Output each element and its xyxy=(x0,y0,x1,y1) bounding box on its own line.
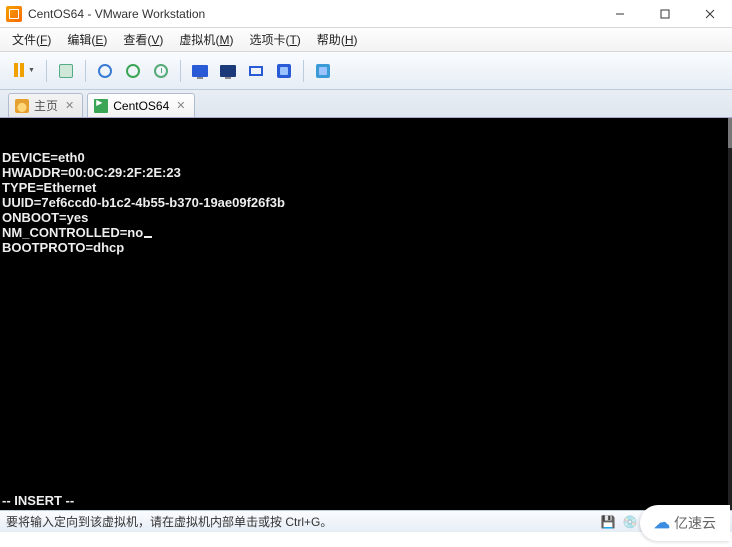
toolbar-separator xyxy=(85,60,86,82)
minimize-button[interactable] xyxy=(597,0,642,28)
menu-vm[interactable]: 虚拟机(M) xyxy=(171,29,241,50)
watermark-text: 亿速云 xyxy=(674,513,716,533)
multi-monitor-button[interactable] xyxy=(215,58,241,84)
tab-home-close[interactable]: ✕ xyxy=(63,99,76,112)
window-title: CentOS64 - VMware Workstation xyxy=(28,7,597,21)
monitor-icon xyxy=(192,65,208,77)
title-bar: CentOS64 - VMware Workstation xyxy=(0,0,732,28)
unity-icon xyxy=(277,64,291,78)
menu-file[interactable]: 文件(F) xyxy=(4,29,59,50)
tab-centos-label: CentOS64 xyxy=(113,99,169,113)
vm-running-icon xyxy=(94,99,108,113)
watermark-logo-icon: ☁ xyxy=(654,513,670,533)
watermark: ☁ 亿速云 xyxy=(640,505,730,541)
pause-vm-button[interactable]: ▼ xyxy=(6,58,40,84)
fullscreen-button[interactable] xyxy=(243,58,269,84)
tab-strip: 主页 ✕ CentOS64 ✕ xyxy=(0,90,732,118)
revert-icon xyxy=(126,64,140,78)
tab-centos-close[interactable]: ✕ xyxy=(174,99,187,112)
device-harddisk-icon[interactable]: 💾 xyxy=(600,514,616,530)
menu-view[interactable]: 查看(V) xyxy=(115,29,171,50)
menu-help[interactable]: 帮助(H) xyxy=(309,29,366,50)
toolbar-separator xyxy=(46,60,47,82)
snapshot-revert-button[interactable] xyxy=(120,58,146,84)
maximize-button[interactable] xyxy=(642,0,687,28)
status-bar: 要将输入定向到该虚拟机，请在虚拟机内部单击或按 Ctrl+G。 💾 💿 🖧 🖶 … xyxy=(0,510,732,532)
home-icon xyxy=(15,99,29,113)
tab-centos[interactable]: CentOS64 ✕ xyxy=(87,93,194,117)
status-message: 要将输入定向到该虚拟机，请在虚拟机内部单击或按 Ctrl+G。 xyxy=(6,513,600,530)
tab-home-label: 主页 xyxy=(34,97,58,114)
thumbnail-icon xyxy=(316,64,330,78)
terminal-content: DEVICE=eth0 HWADDR=00:0C:29:2F:2E:23 TYP… xyxy=(2,150,730,255)
toolbar: ▼ xyxy=(0,52,732,90)
toolbar-separator xyxy=(180,60,181,82)
toolbar-separator xyxy=(303,60,304,82)
device-cd-icon[interactable]: 💿 xyxy=(622,514,638,530)
close-button[interactable] xyxy=(687,0,732,28)
console-view-button[interactable] xyxy=(187,58,213,84)
clock-icon xyxy=(154,64,168,78)
guest-console[interactable]: DEVICE=eth0 HWADDR=00:0C:29:2F:2E:23 TYP… xyxy=(0,118,732,510)
network-icon xyxy=(59,64,73,78)
unity-button[interactable] xyxy=(271,58,297,84)
chevron-down-icon: ▼ xyxy=(28,67,35,74)
network-button[interactable] xyxy=(53,58,79,84)
vim-mode-status: -- INSERT -- xyxy=(2,493,74,508)
thumbnail-view-button[interactable] xyxy=(310,58,336,84)
terminal-scrollbar[interactable] xyxy=(728,118,732,510)
menu-edit[interactable]: 编辑(E) xyxy=(59,29,115,50)
tab-home[interactable]: 主页 ✕ xyxy=(8,93,83,117)
snapshot-icon xyxy=(98,64,112,78)
menu-bar: 文件(F) 编辑(E) 查看(V) 虚拟机(M) 选项卡(T) 帮助(H) xyxy=(0,28,732,52)
app-icon xyxy=(6,6,22,22)
snapshot-manage-button[interactable] xyxy=(148,58,174,84)
pause-icon xyxy=(11,63,27,79)
snapshot-take-button[interactable] xyxy=(92,58,118,84)
fullscreen-icon xyxy=(249,66,263,76)
multi-monitor-icon xyxy=(220,65,236,77)
menu-tabs[interactable]: 选项卡(T) xyxy=(241,29,308,50)
